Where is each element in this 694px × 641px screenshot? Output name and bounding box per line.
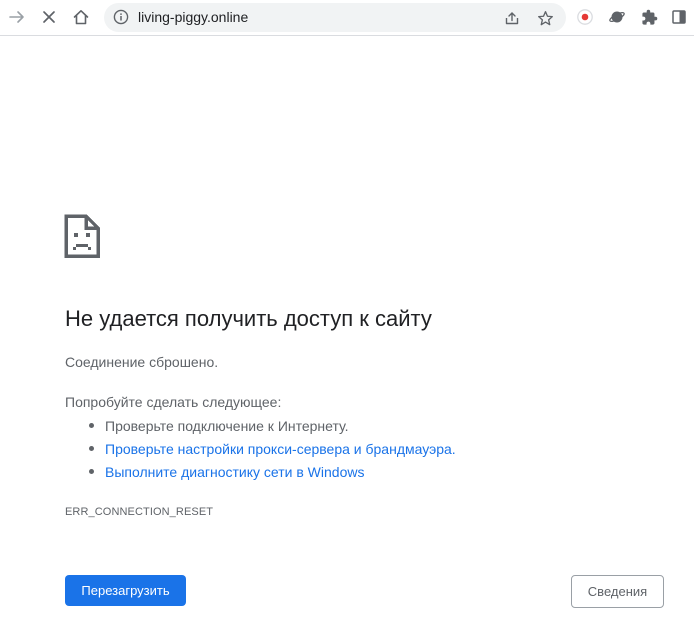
url-text[interactable]: living-piggy.online xyxy=(138,9,248,25)
stop-loading-icon[interactable] xyxy=(36,4,62,30)
sad-page-icon xyxy=(64,214,100,258)
suggestion-item: Проверьте подключение к Интернету. xyxy=(65,417,456,440)
record-extension-icon[interactable] xyxy=(572,4,598,30)
suggestions-title: Попробуйте сделать следующее: xyxy=(65,394,282,410)
forward-arrow-icon[interactable] xyxy=(4,4,30,30)
suggestion-item: Выполните диагностику сети в Windows xyxy=(65,463,456,486)
suggestion-network-diagnostics-link[interactable]: Выполните диагностику сети в Windows xyxy=(105,464,364,480)
suggestion-check-connection: Проверьте подключение к Интернету. xyxy=(105,418,349,434)
suggestion-proxy-firewall-link[interactable]: Проверьте настройки прокси-сервера и бра… xyxy=(105,441,456,457)
browser-toolbar: living-piggy.online xyxy=(0,0,694,36)
home-icon[interactable] xyxy=(68,4,94,30)
star-icon[interactable] xyxy=(534,7,556,29)
puzzle-icon[interactable] xyxy=(636,4,662,30)
share-icon[interactable] xyxy=(501,7,523,29)
details-button[interactable]: Сведения xyxy=(571,575,664,608)
bullet-icon xyxy=(89,469,94,474)
info-icon[interactable] xyxy=(112,8,130,26)
error-subtitle: Соединение сброшено. xyxy=(65,354,219,370)
planet-extension-icon[interactable] xyxy=(604,4,630,30)
error-code: ERR_CONNECTION_RESET xyxy=(65,506,214,518)
error-title: Не удается получить доступ к сайту xyxy=(65,306,432,331)
suggestions-list: Проверьте подключение к Интернету. Прове… xyxy=(65,417,456,486)
suggestion-item: Проверьте настройки прокси-сервера и бра… xyxy=(65,440,456,463)
side-panel-icon[interactable] xyxy=(666,4,692,30)
reload-button[interactable]: Перезагрузить xyxy=(65,575,186,606)
bullet-icon xyxy=(89,446,94,451)
address-bar[interactable]: living-piggy.online xyxy=(104,3,566,32)
bullet-icon xyxy=(89,423,94,428)
